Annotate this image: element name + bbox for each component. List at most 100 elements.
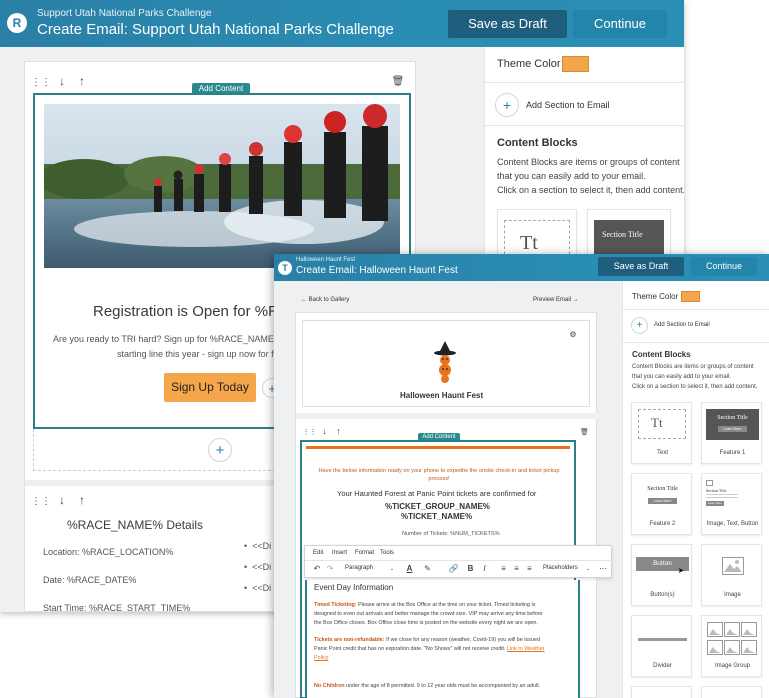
tile-itb-btn: Learn More [706, 501, 724, 506]
event-info-area[interactable]: Event Day Information Timed Ticketing: P… [305, 580, 580, 698]
rich-text-toolbar: Edit Insert Format Tools ↶ ↷ Paragraph ⌄… [304, 545, 613, 578]
tile-image-group[interactable]: Image Group [701, 615, 762, 677]
toolbar-divider [305, 560, 613, 561]
brand-name: Halloween Haunt Fest [400, 391, 484, 400]
move-up-icon-2[interactable]: ↑ [76, 493, 88, 507]
menu-format[interactable]: Format [355, 550, 374, 556]
tile-feature-1[interactable]: Section Title Learn More Feature 1 [701, 402, 762, 464]
align-right-icon[interactable]: ≡ [525, 564, 534, 573]
preview-email-link[interactable]: Preview Email → [533, 297, 579, 303]
front-drag-handle-icon[interactable]: ⋮⋮ [303, 427, 317, 436]
policy-link[interactable]: Policy [314, 655, 328, 661]
add-section-icon[interactable]: + [495, 93, 519, 117]
front-sidebar: Theme Color + Add Section to Email Conte… [622, 281, 769, 698]
tile-text[interactable]: Tt Text [631, 402, 692, 464]
content-blocks-desc-1: Content Blocks are items or groups of co… [497, 157, 680, 167]
placeholders-select[interactable]: Placeholders [543, 565, 578, 571]
tile-text-glyph: Tt [651, 415, 663, 430]
details-date: Date: %RACE_DATE% [43, 575, 137, 585]
tile-partial-1[interactable] [631, 686, 692, 698]
align-center-icon[interactable]: ≡ [512, 564, 521, 573]
front-header-subtitle: Halloween Haunt Fest [296, 257, 356, 263]
move-down-icon[interactable]: ↓ [56, 74, 68, 88]
text-color-icon[interactable]: A [405, 564, 414, 573]
brand-block: ⚙ Halloween Haunt Fest [302, 320, 590, 407]
details-title: %RACE_NAME% Details [67, 518, 204, 532]
tile-feature-2-title: Section Title [647, 486, 678, 492]
paragraph-chevron-down-icon[interactable]: ⌄ [389, 565, 395, 572]
tile-feature-1-title: Section Title [717, 415, 748, 421]
back-logo-icon: R [7, 13, 27, 33]
nonref-label: Tickets are non-refundable: [314, 637, 385, 643]
tile-text-label: Text [656, 450, 668, 456]
paragraph-select[interactable]: Paragraph [345, 565, 373, 571]
tile-itb-label: Image, Text, Button [706, 521, 759, 527]
tile-itb-image-icon [706, 480, 713, 486]
back-header-subtitle: Support Utah National Parks Challenge [37, 8, 212, 19]
drag-handle-icon[interactable]: ⋮⋮ [31, 76, 51, 88]
front-move-up-icon[interactable]: ↑ [334, 426, 343, 436]
tile-image-text-button[interactable]: Section Title Learn More Image, Text, Bu… [701, 473, 762, 535]
front-move-down-icon[interactable]: ↓ [320, 426, 329, 436]
front-add-section-link[interactable]: Add Section to Email [654, 322, 710, 328]
children-text: under the age of 8 permitted. 9 to 12 ye… [344, 683, 541, 689]
tile-feature-2[interactable]: Section Title Learn More Feature 2 [631, 473, 692, 535]
content-blocks-desc-2: that you can easily add to your email. [497, 171, 646, 181]
menu-insert[interactable]: Insert [332, 550, 347, 556]
redo-icon[interactable]: ↷ [326, 564, 334, 573]
tile-feature-title: Section Title [602, 230, 643, 239]
back-continue-button[interactable]: Continue [573, 10, 667, 38]
link-icon[interactable]: 🔗 [449, 564, 459, 573]
move-down-icon-2[interactable]: ↓ [56, 493, 68, 507]
front-theme-color-swatch[interactable] [681, 291, 700, 302]
pumpkin-witch-logo [434, 341, 456, 383]
front-sidebar-divider-1 [623, 309, 769, 310]
more-options-icon[interactable]: ⋯ [599, 564, 607, 573]
ticket-name: %TICKET_NAME% [401, 512, 473, 521]
add-section-plus-icon[interactable]: + [208, 438, 232, 462]
delete-icon[interactable]: 🗑 [392, 75, 405, 88]
children-label: No Children [314, 683, 345, 689]
ticket-group-name: %TICKET_GROUP_NAME% [385, 502, 490, 511]
weather-link[interactable]: Link to Weather [507, 646, 545, 652]
front-canvas: ← Back to Gallery Preview Email → ⚙ Hall… [274, 281, 622, 698]
nonref-text-2: Panic Point credit that has no expiratio… [314, 646, 507, 652]
back-to-gallery-link[interactable]: ← Back to Gallery [301, 297, 349, 303]
mouse-cursor-icon: ➤ [677, 565, 685, 575]
timed-text-2: designed to even out arrivals and better… [314, 611, 543, 617]
back-save-draft-button[interactable]: Save as Draft [448, 10, 567, 38]
tile-buttons[interactable]: Button ➤ Button(s) [631, 544, 692, 606]
tile-buttons-label: Button(s) [650, 592, 675, 598]
timed-text-1: Please arrive at the Box Office at the t… [356, 602, 536, 608]
registration-body-line1: Are you ready to TRI hard? Sign up for %… [53, 334, 307, 344]
tile-feature-2-btn: Learn More [648, 498, 677, 504]
tile-partial-2[interactable] [701, 686, 762, 698]
settings-gear-icon[interactable]: ⚙ [568, 329, 578, 339]
bold-icon[interactable]: B [466, 564, 475, 573]
front-delete-icon[interactable]: 🗑 [580, 427, 589, 437]
tile-divider[interactable]: Divider [631, 615, 692, 677]
front-add-section-icon[interactable]: + [631, 317, 648, 334]
theme-color-label: Theme Color [497, 58, 561, 70]
menu-edit[interactable]: Edit [313, 550, 323, 556]
tile-image[interactable]: Image [701, 544, 762, 606]
italic-icon[interactable]: I [480, 564, 489, 573]
menu-tools[interactable]: Tools [380, 550, 394, 556]
tile-itb-lines [706, 494, 738, 498]
highlight-icon[interactable]: ✎ [423, 564, 432, 573]
front-save-draft-button[interactable]: Save as Draft [598, 257, 684, 276]
registration-body-line2: starting line this year - sign up now fo… [117, 349, 301, 359]
theme-color-swatch[interactable] [562, 56, 589, 72]
add-section-link[interactable]: Add Section to Email [526, 100, 610, 110]
drag-handle-icon-2[interactable]: ⋮⋮ [31, 495, 51, 507]
placeholders-chevron-down-icon[interactable]: ⌄ [585, 565, 591, 572]
front-content-blocks-title: Content Blocks [632, 350, 691, 359]
tile-feature-1-dark [706, 409, 759, 440]
align-left-icon[interactable]: ≡ [499, 564, 508, 573]
notice-text: Have the below information ready on your… [318, 468, 560, 482]
undo-icon[interactable]: ↶ [313, 564, 321, 573]
sign-up-button[interactable]: Sign Up Today [164, 373, 256, 402]
move-up-icon[interactable]: ↑ [76, 74, 88, 88]
details-location: Location: %RACE_LOCATION% [43, 547, 174, 557]
front-continue-button[interactable]: Continue [691, 257, 757, 276]
